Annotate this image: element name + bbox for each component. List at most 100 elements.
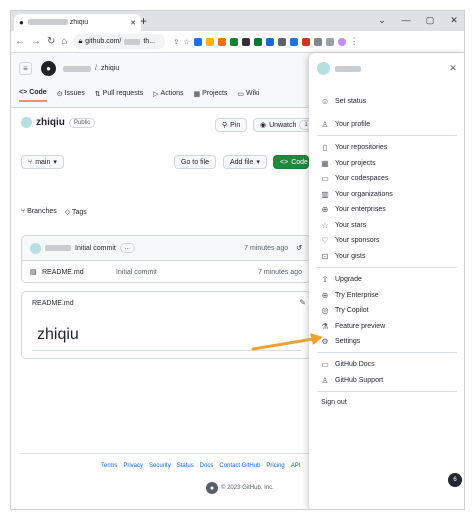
menu-item-label: GitHub Support	[335, 377, 384, 384]
menu-item-your-profile[interactable]: ♙ Your profile	[321, 120, 370, 129]
tab-pull-requests[interactable]: ⇅ Pull requests	[95, 89, 143, 102]
maximize-button[interactable]: ▢	[418, 11, 442, 29]
menu-item-your-projects[interactable]: ▦ Your projects	[321, 159, 375, 168]
owner-avatar	[21, 117, 32, 128]
bookmark-star-icon[interactable]: ☆	[183, 38, 189, 46]
branch-select[interactable]: ⑂ main ▾	[21, 155, 64, 169]
menu-item-github-support[interactable]: ♙ GitHub Support	[321, 376, 383, 385]
footer-link-pricing[interactable]: Pricing	[266, 463, 284, 469]
commit-expand[interactable]: ...	[119, 243, 135, 253]
branches-link[interactable]: ⑂ Branches	[21, 208, 57, 216]
footer-link-status[interactable]: Status	[177, 463, 194, 469]
arrow-head	[310, 333, 323, 345]
tab-issues[interactable]: ⊙ Issues	[57, 89, 85, 102]
code-button[interactable]: <> Code	[273, 155, 309, 169]
go-to-file-label: Go to file	[181, 158, 210, 166]
edit-pencil-icon[interactable]: ✎	[299, 298, 306, 307]
menu-item-feature-preview[interactable]: ⚗ Feature preview	[321, 322, 385, 331]
minimize-button[interactable]: —	[394, 11, 418, 29]
hamburger-menu-icon[interactable]: ≡	[19, 62, 32, 75]
github-logo-icon[interactable]: ●	[206, 482, 218, 494]
tab-close-icon[interactable]: ✕	[130, 19, 136, 27]
browser-tab[interactable]: ● zhiqiu ✕	[14, 14, 141, 31]
footer-link-privacy[interactable]: Privacy	[123, 463, 143, 469]
extension-icon[interactable]	[325, 37, 334, 46]
eye-icon: ◉	[260, 122, 267, 129]
menu-item-try-enterprise[interactable]: ⊕ Try Enterprise	[321, 291, 379, 300]
extension-icon[interactable]	[289, 37, 298, 46]
back-icon[interactable]: ←	[15, 36, 25, 47]
reload-icon[interactable]: ↻	[47, 36, 55, 47]
menu-item-your-codespaces[interactable]: ▭ Your codespaces	[321, 174, 388, 183]
chevron-down-icon: ▾	[53, 159, 57, 166]
file-commit[interactable]: Initial commit	[116, 269, 258, 276]
extension-icon[interactable]	[265, 37, 274, 46]
menu-item-sign-out[interactable]: Sign out	[321, 399, 347, 406]
pin-icon: ⚲	[222, 122, 228, 129]
home-icon[interactable]: ⌂	[61, 36, 67, 47]
extension-icon[interactable]	[277, 37, 286, 46]
menu-item-label: Your profile	[335, 121, 371, 128]
notification-count-badge[interactable]: 6	[448, 473, 462, 487]
menu-item-try-copilot[interactable]: ◎ Try Copilot	[321, 306, 369, 315]
menu-item-your-gists[interactable]: ⊡ Your gists	[321, 252, 366, 261]
close-window-button[interactable]: ✕	[442, 11, 464, 29]
commit-message[interactable]: Initial commit	[75, 245, 116, 252]
people-icon: ♙	[321, 376, 329, 385]
book-icon: ▭	[237, 90, 245, 98]
tab-projects[interactable]: ▦ Projects	[194, 89, 228, 102]
star-icon: ☆	[321, 221, 329, 230]
footer-link-api[interactable]: API	[291, 463, 301, 469]
menu-item-your-sponsors[interactable]: ♡ Your sponsors	[321, 236, 379, 245]
tab-search-icon[interactable]: ⌄	[370, 11, 394, 29]
extension-icon[interactable]	[241, 37, 250, 46]
menu-item-set-status[interactable]: ☺ Set status	[321, 97, 366, 106]
close-icon[interactable]: ✕	[446, 61, 460, 75]
footer-link-terms[interactable]: Terms	[101, 463, 117, 469]
tab-actions[interactable]: ▷ Actions	[153, 89, 183, 102]
menu-item-upgrade[interactable]: ⇧ Upgrade	[321, 275, 362, 284]
heart-icon: ♡	[321, 236, 329, 245]
add-file-button[interactable]: Add file ▾	[223, 155, 267, 169]
forward-icon[interactable]: →	[31, 36, 41, 47]
github-page: ≡ ● / zhiqiu <> Code ⊙ Issues ⇅ Pull reques…	[11, 53, 464, 509]
menu-item-your-enterprises[interactable]: ⊕ Your enterprises	[321, 205, 386, 214]
repo-title[interactable]: zhiqiu	[36, 117, 65, 128]
extension-icon[interactable]	[313, 37, 322, 46]
extension-icon[interactable]	[205, 37, 214, 46]
pin-button[interactable]: ⚲ Pin	[215, 118, 248, 132]
menu-item-your-stars[interactable]: ☆ Your stars	[321, 221, 366, 230]
file-time: 7 minutes ago	[258, 268, 302, 276]
menu-item-label: Your repositories	[335, 144, 388, 151]
menu-item-your-repositories[interactable]: ▯ Your repositories	[321, 143, 387, 152]
footer-link-docs[interactable]: Docs	[200, 463, 214, 469]
footer-link-security[interactable]: Security	[149, 463, 171, 469]
footer-link-contact[interactable]: Contact GitHub	[219, 463, 260, 469]
menu-item-label: GitHub Docs	[335, 361, 375, 368]
extension-icon[interactable]	[217, 37, 226, 46]
redacted-owner[interactable]	[63, 65, 91, 72]
url-field[interactable]: 🔒︎ github.com/ th...	[73, 34, 166, 49]
file-name[interactable]: README.md	[42, 269, 116, 276]
history-icon[interactable]: ↺	[296, 244, 302, 252]
extension-icon[interactable]	[229, 37, 238, 46]
github-logo-icon[interactable]: ●	[41, 61, 56, 76]
tags-link[interactable]: ◇ Tags	[65, 208, 87, 216]
tab-code[interactable]: <> Code	[19, 89, 47, 102]
table-row[interactable]: ▤ README.md Initial commit 7 minutes ago	[22, 261, 310, 282]
footer-divider	[21, 453, 311, 454]
menu-item-github-docs[interactable]: ▭ GitHub Docs	[321, 360, 375, 369]
profile-avatar-icon[interactable]	[337, 37, 346, 46]
go-to-file-button[interactable]: Go to file	[174, 155, 217, 169]
menu-item-your-organizations[interactable]: ▥ Your organizations	[321, 190, 393, 199]
extension-icon[interactable]	[193, 37, 202, 46]
extension-icon[interactable]	[253, 37, 262, 46]
breadcrumb-repo[interactable]: zhiqiu	[101, 65, 119, 72]
tab-bar: ● zhiqiu ✕ + ⌄ — ▢ ✕	[11, 11, 464, 31]
menu-item-settings[interactable]: ⚙ Settings	[321, 337, 360, 346]
tab-wiki[interactable]: ▭ Wiki	[237, 89, 259, 102]
extension-icon[interactable]	[301, 37, 310, 46]
new-tab-button[interactable]: +	[140, 14, 147, 28]
browser-menu-icon[interactable]: ⋮	[350, 36, 359, 47]
share-icon[interactable]: ⇪	[173, 38, 179, 46]
